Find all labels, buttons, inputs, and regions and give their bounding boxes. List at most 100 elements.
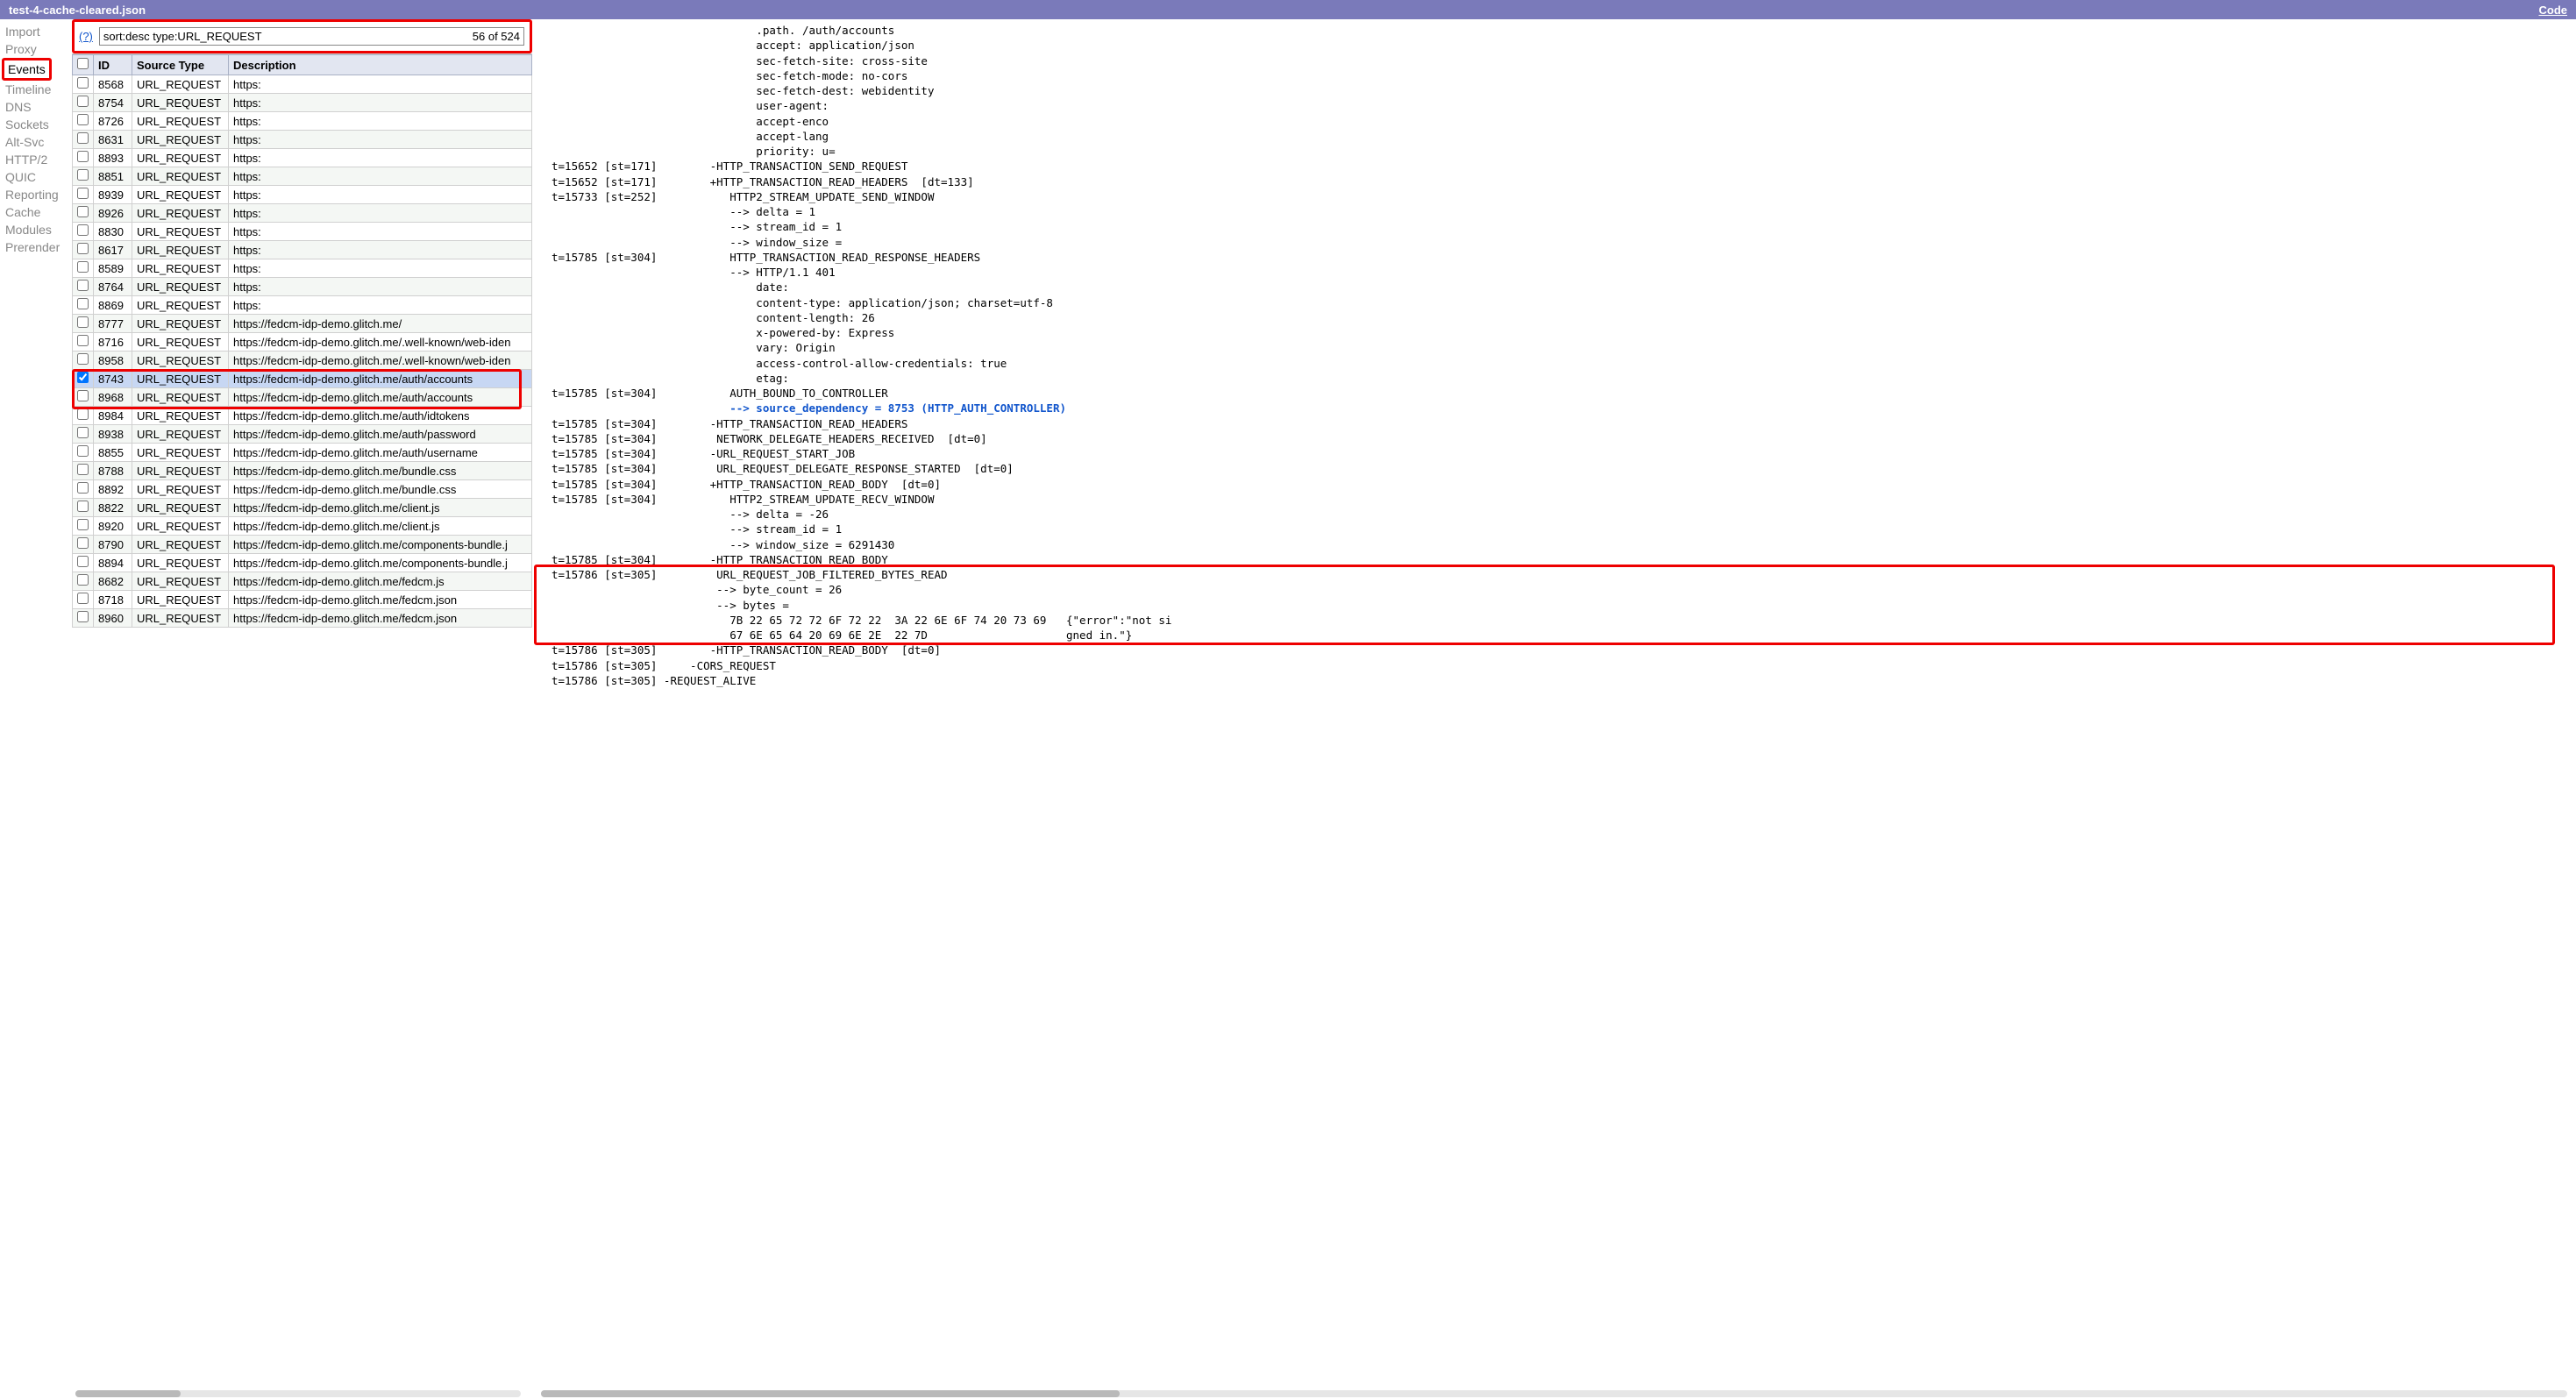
table-row[interactable]: 8851URL_REQUESThttps: — [73, 167, 532, 186]
cell-type: URL_REQUEST — [132, 75, 229, 94]
cell-desc: https://fedcm-idp-demo.glitch.me/client.… — [229, 517, 532, 536]
row-checkbox[interactable] — [77, 188, 89, 199]
cell-id: 8718 — [94, 591, 132, 609]
table-row[interactable]: 8869URL_REQUESThttps: — [73, 296, 532, 315]
left-hscroll-thumb[interactable] — [75, 1390, 181, 1397]
detail-line: --> stream_id = 1 — [551, 522, 842, 536]
cell-id: 8938 — [94, 425, 132, 444]
sidebar-item-dns[interactable]: DNS — [5, 98, 72, 116]
table-row[interactable]: 8960URL_REQUESThttps://fedcm-idp-demo.gl… — [73, 609, 532, 628]
table-row[interactable]: 8855URL_REQUESThttps://fedcm-idp-demo.gl… — [73, 444, 532, 462]
row-checkbox[interactable] — [77, 556, 89, 567]
table-row[interactable]: 8718URL_REQUESThttps://fedcm-idp-demo.gl… — [73, 591, 532, 609]
row-checkbox[interactable] — [77, 280, 89, 291]
row-checkbox[interactable] — [77, 298, 89, 309]
cell-desc: https: — [229, 75, 532, 94]
sidebar-item-proxy[interactable]: Proxy — [5, 40, 72, 58]
cell-desc: https: — [229, 131, 532, 149]
events-table-wrap[interactable]: ID Source Type Description 8568URL_REQUE… — [72, 53, 532, 1399]
row-checkbox[interactable] — [77, 390, 89, 401]
table-row[interactable]: 8788URL_REQUESThttps://fedcm-idp-demo.gl… — [73, 462, 532, 480]
row-checkbox[interactable] — [77, 151, 89, 162]
sidebar-item-alt-svc[interactable]: Alt-Svc — [5, 133, 72, 151]
table-row[interactable]: 8920URL_REQUESThttps://fedcm-idp-demo.gl… — [73, 517, 532, 536]
row-checkbox[interactable] — [77, 353, 89, 365]
row-checkbox[interactable] — [77, 243, 89, 254]
cell-id: 8968 — [94, 388, 132, 407]
row-checkbox[interactable] — [77, 169, 89, 181]
table-row[interactable]: 8568URL_REQUESThttps: — [73, 75, 532, 94]
cell-desc: https://fedcm-idp-demo.glitch.me/client.… — [229, 499, 532, 517]
sidebar-item-modules[interactable]: Modules — [5, 221, 72, 238]
row-checkbox[interactable] — [77, 316, 89, 328]
sidebar-item-reporting[interactable]: Reporting — [5, 186, 72, 203]
table-row[interactable]: 8790URL_REQUESThttps://fedcm-idp-demo.gl… — [73, 536, 532, 554]
row-checkbox[interactable] — [77, 574, 89, 586]
cell-id: 8568 — [94, 75, 132, 94]
table-row[interactable]: 8830URL_REQUESThttps: — [73, 223, 532, 241]
sidebar-item-quic[interactable]: QUIC — [5, 168, 72, 186]
row-checkbox[interactable] — [77, 464, 89, 475]
row-checkbox[interactable] — [77, 335, 89, 346]
table-row[interactable]: 8777URL_REQUESThttps://fedcm-idp-demo.gl… — [73, 315, 532, 333]
row-checkbox[interactable] — [77, 537, 89, 549]
table-row[interactable]: 8822URL_REQUESThttps://fedcm-idp-demo.gl… — [73, 499, 532, 517]
row-checkbox[interactable] — [77, 96, 89, 107]
sidebar-item-sockets[interactable]: Sockets — [5, 116, 72, 133]
right-hscroll-thumb[interactable] — [541, 1390, 1120, 1397]
table-row[interactable]: 8893URL_REQUESThttps: — [73, 149, 532, 167]
row-checkbox[interactable] — [77, 593, 89, 604]
row-checkbox[interactable] — [77, 501, 89, 512]
table-row[interactable]: 8968URL_REQUESThttps://fedcm-idp-demo.gl… — [73, 388, 532, 407]
detail-line: t=15785 [st=304] +HTTP_TRANSACTION_READ_… — [551, 478, 941, 491]
table-row[interactable]: 8894URL_REQUESThttps://fedcm-idp-demo.gl… — [73, 554, 532, 572]
row-checkbox[interactable] — [77, 427, 89, 438]
table-row[interactable]: 8726URL_REQUESThttps: — [73, 112, 532, 131]
cell-id: 8869 — [94, 296, 132, 315]
row-checkbox[interactable] — [77, 261, 89, 273]
row-checkbox[interactable] — [77, 77, 89, 89]
row-checkbox[interactable] — [77, 132, 89, 144]
detail-line: sec-fetch-site: cross-site — [551, 54, 928, 67]
detail-line: accept-enco — [551, 115, 829, 128]
row-checkbox[interactable] — [77, 224, 89, 236]
filter-text-input[interactable] — [103, 30, 467, 43]
row-checkbox[interactable] — [77, 408, 89, 420]
code-link[interactable]: Code — [2539, 4, 2568, 17]
table-row[interactable]: 8958URL_REQUESThttps://fedcm-idp-demo.gl… — [73, 352, 532, 370]
table-row[interactable]: 8743URL_REQUESThttps://fedcm-idp-demo.gl… — [73, 370, 532, 388]
table-row[interactable]: 8984URL_REQUESThttps://fedcm-idp-demo.gl… — [73, 407, 532, 425]
row-checkbox[interactable] — [77, 519, 89, 530]
detail-line: --> window_size = — [551, 236, 842, 249]
table-row[interactable]: 8617URL_REQUESThttps: — [73, 241, 532, 259]
row-checkbox[interactable] — [77, 372, 89, 383]
detail-panel[interactable]: .path. /auth/accounts accept: applicatio… — [532, 19, 2576, 1399]
table-row[interactable]: 8764URL_REQUESThttps: — [73, 278, 532, 296]
table-row[interactable]: 8938URL_REQUESThttps://fedcm-idp-demo.gl… — [73, 425, 532, 444]
table-row[interactable]: 8682URL_REQUESThttps://fedcm-idp-demo.gl… — [73, 572, 532, 591]
table-row[interactable]: 8631URL_REQUESThttps: — [73, 131, 532, 149]
table-row[interactable]: 8939URL_REQUESThttps: — [73, 186, 532, 204]
row-checkbox[interactable] — [77, 611, 89, 622]
table-row[interactable]: 8589URL_REQUESThttps: — [73, 259, 532, 278]
row-checkbox[interactable] — [77, 114, 89, 125]
col-source-type: Source Type — [132, 55, 229, 75]
table-row[interactable]: 8926URL_REQUESThttps: — [73, 204, 532, 223]
table-row[interactable]: 8716URL_REQUESThttps://fedcm-idp-demo.gl… — [73, 333, 532, 352]
cell-type: URL_REQUEST — [132, 517, 229, 536]
table-row[interactable]: 8892URL_REQUESThttps://fedcm-idp-demo.gl… — [73, 480, 532, 499]
sidebar-item-import[interactable]: Import — [5, 23, 72, 40]
sidebar-item-prerender[interactable]: Prerender — [5, 238, 72, 256]
sidebar-item-events[interactable]: Events — [8, 60, 46, 78]
cell-id: 8617 — [94, 241, 132, 259]
cell-desc: https: — [229, 94, 532, 112]
help-link[interactable]: (?) — [76, 30, 96, 43]
row-checkbox[interactable] — [77, 445, 89, 457]
sidebar-item-timeline[interactable]: Timeline — [5, 81, 72, 98]
sidebar-item-cache[interactable]: Cache — [5, 203, 72, 221]
table-row[interactable]: 8754URL_REQUESThttps: — [73, 94, 532, 112]
sidebar-item-http-2[interactable]: HTTP/2 — [5, 151, 72, 168]
row-checkbox[interactable] — [77, 206, 89, 217]
select-all-checkbox[interactable] — [77, 58, 89, 69]
row-checkbox[interactable] — [77, 482, 89, 494]
